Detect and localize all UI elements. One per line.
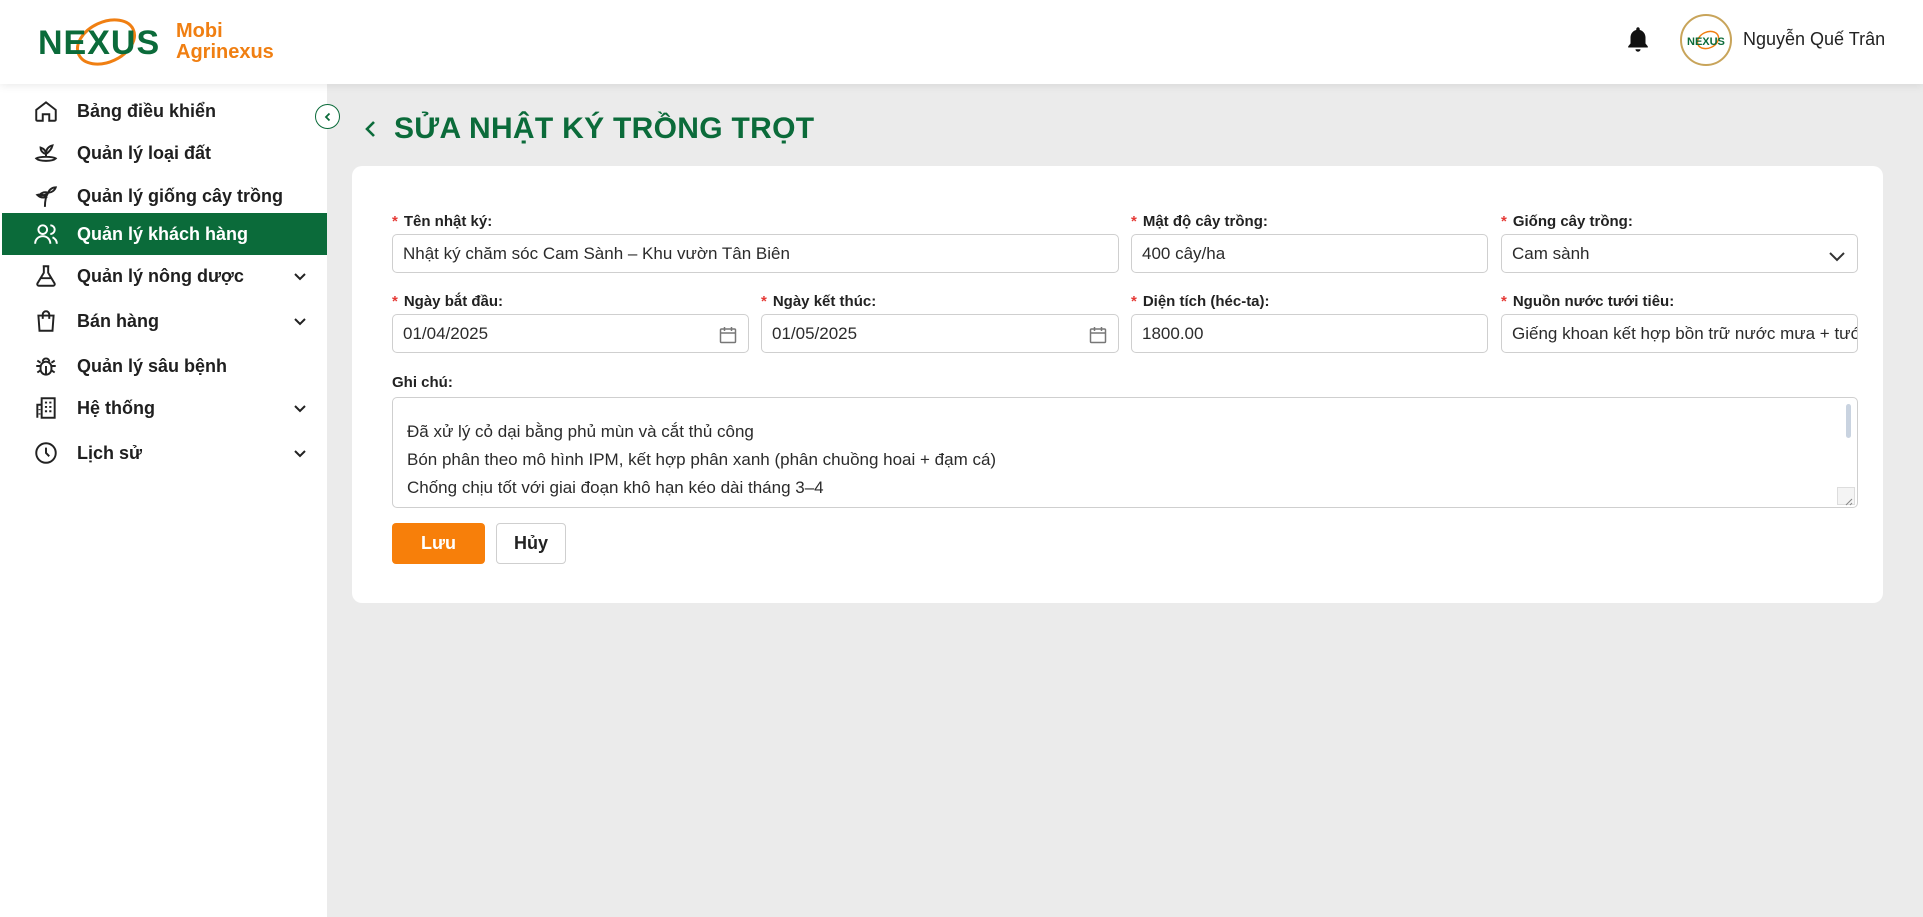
sidebar-item-label: Hệ thống <box>77 397 155 418</box>
cancel-button[interactable]: Hủy <box>496 523 566 564</box>
calendar-icon[interactable] <box>718 325 738 345</box>
sidebar-item-label: Quản lý loại đất <box>77 142 212 163</box>
back-arrow-icon[interactable] <box>360 118 382 140</box>
sidebar-item-soil[interactable]: Quản lý loại đất <box>2 133 327 173</box>
plant-icon <box>32 182 60 210</box>
sidebar: Bảng điều khiển Quản lý loại đất Quản lý… <box>0 84 327 917</box>
required-mark: * <box>761 292 767 310</box>
chevron-down-icon[interactable] <box>292 313 308 329</box>
brand-name: Mobi Agrinexus <box>176 21 274 63</box>
sidebar-item-dashboard[interactable]: Bảng điều khiển <box>2 91 327 131</box>
chevron-down-icon[interactable] <box>292 445 308 461</box>
log-name-input[interactable]: Nhật ký chăm sóc Cam Sành – Khu vườn Tân… <box>392 234 1119 273</box>
sidebar-item-label: Quản lý sâu bệnh <box>77 355 228 376</box>
notification-bell-icon[interactable] <box>1624 25 1652 55</box>
notes-scrollbar[interactable] <box>1846 404 1851 438</box>
sidebar-item-plant-varieties[interactable]: Quản lý giống cây trồng <box>2 176 327 216</box>
required-mark: * <box>1131 292 1137 310</box>
required-mark: * <box>392 212 398 230</box>
water-source-field: * Nguồn nước tưới tiêu: Giếng khoan kết h… <box>1501 292 1858 353</box>
chevron-left-icon <box>324 112 330 121</box>
user-name[interactable]: Nguyễn Quế Trân <box>1743 29 1885 50</box>
required-mark: * <box>1131 212 1137 230</box>
required-mark: * <box>1501 212 1507 230</box>
end-date-label: Ngày kết thúc: <box>772 292 877 310</box>
resize-handle-icon[interactable] <box>1837 487 1855 506</box>
notes-textarea[interactable]: Đã xử lý cỏ dại bằng phủ mùn và cắt thủ … <box>392 397 1858 508</box>
start-date-input[interactable]: 01/04/2025 <box>392 314 749 353</box>
sidebar-item-label: Lịch sử <box>77 442 143 463</box>
building-icon <box>32 394 60 422</box>
chevron-down-icon[interactable] <box>292 268 308 284</box>
notes-field: Ghi chú: Đã xử lý cỏ dại bằng phủ mùn và… <box>392 373 1858 508</box>
density-label: Mật độ cây trồng: <box>1142 212 1268 230</box>
area-label: Diện tích (héc-ta): <box>1142 292 1270 310</box>
required-mark: * <box>392 292 398 310</box>
page-header: SỬA NHẬT KÝ TRỒNG TRỌT <box>360 112 814 146</box>
water-source-input[interactable]: Giếng khoan kết hợp bồn trữ nước mưa + t… <box>1501 314 1858 353</box>
variety-selected-value: Cam sành <box>1512 243 1590 263</box>
brand-name-line2: Agrinexus <box>176 41 274 63</box>
log-name-label: Tên nhật ký: <box>403 212 493 230</box>
bug-icon <box>32 352 60 380</box>
sidebar-item-label: Bảng điều khiển <box>77 100 217 121</box>
user-avatar[interactable]: NEXUS <box>1680 14 1732 66</box>
top-header: NEXUS Mobi Agrinexus NEXUS Nguyễn Quế Tr… <box>0 0 1923 84</box>
brand-name-line1: Mobi <box>176 20 223 42</box>
area-field: * Diện tích (héc-ta): 1800.00 <box>1131 292 1488 353</box>
clock-icon <box>32 439 60 467</box>
start-date-value: 01/04/2025 <box>403 323 489 343</box>
page-title: SỬA NHẬT KÝ TRỒNG TRỌT <box>394 112 815 145</box>
water-source-label: Nguồn nước tưới tiêu: <box>1512 292 1675 310</box>
area-input[interactable]: 1800.00 <box>1131 314 1488 353</box>
notes-line: Đã xử lý cỏ dại bằng phủ mùn và cắt thủ … <box>407 422 754 441</box>
users-icon <box>32 220 60 248</box>
start-date-label: Ngày bắt đầu: <box>403 292 504 310</box>
required-mark: * <box>1501 292 1507 310</box>
notes-label: Ghi chú: <box>392 373 453 391</box>
chevron-down-icon[interactable] <box>292 400 308 416</box>
sidebar-item-pests[interactable]: Quản lý sâu bệnh <box>2 346 327 386</box>
variety-label: Giống cây trồng: <box>1512 212 1633 230</box>
sidebar-item-system[interactable]: Hệ thống <box>2 388 327 428</box>
home-icon <box>32 97 60 125</box>
calendar-icon[interactable] <box>1088 325 1108 345</box>
sidebar-item-history[interactable]: Lịch sử <box>2 433 327 473</box>
sidebar-item-label: Quản lý giống cây trồng <box>77 185 284 206</box>
end-date-field: * Ngày kết thúc: 01/05/2025 <box>761 292 1119 353</box>
density-field: * Mật độ cây trồng: 400 cây/ha <box>1131 212 1488 273</box>
chevron-down-icon <box>1827 246 1847 266</box>
variety-select[interactable]: Cam sành <box>1501 234 1858 273</box>
flask-icon <box>32 262 60 290</box>
log-name-field: * Tên nhật ký: Nhật ký chăm sóc Cam Sành … <box>392 212 1119 273</box>
brand-logo[interactable]: NEXUS Mobi Agrinexus <box>36 14 274 70</box>
svg-text:NEXUS: NEXUS <box>1687 36 1725 48</box>
sidebar-collapse-button[interactable] <box>315 104 340 129</box>
end-date-input[interactable]: 01/05/2025 <box>761 314 1119 353</box>
sidebar-item-pesticides[interactable]: Quản lý nông dược <box>2 256 327 296</box>
nexus-logo-mark: NEXUS <box>36 14 160 70</box>
end-date-value: 01/05/2025 <box>772 323 858 343</box>
soil-icon <box>32 139 60 167</box>
density-input[interactable]: 400 cây/ha <box>1131 234 1488 273</box>
sidebar-item-customers[interactable]: Quản lý khách hàng <box>2 213 327 255</box>
start-date-field: * Ngày bắt đầu: 01/04/2025 <box>392 292 749 353</box>
svg-text:NEXUS: NEXUS <box>38 24 160 62</box>
shopping-bag-icon <box>32 307 60 335</box>
sidebar-item-label: Quản lý nông dược <box>77 265 244 286</box>
sidebar-item-label: Quản lý khách hàng <box>77 223 249 244</box>
notes-line: Bón phân theo mô hình IPM, kết hợp phân … <box>407 450 997 469</box>
sidebar-item-label: Bán hàng <box>77 310 160 331</box>
save-button[interactable]: Lưu <box>392 523 485 564</box>
notes-line: Chống chịu tốt với giai đoạn khô hạn kéo… <box>407 478 824 497</box>
variety-field: * Giống cây trồng: Cam sành <box>1501 212 1858 273</box>
sidebar-item-sales[interactable]: Bán hàng <box>2 301 327 341</box>
